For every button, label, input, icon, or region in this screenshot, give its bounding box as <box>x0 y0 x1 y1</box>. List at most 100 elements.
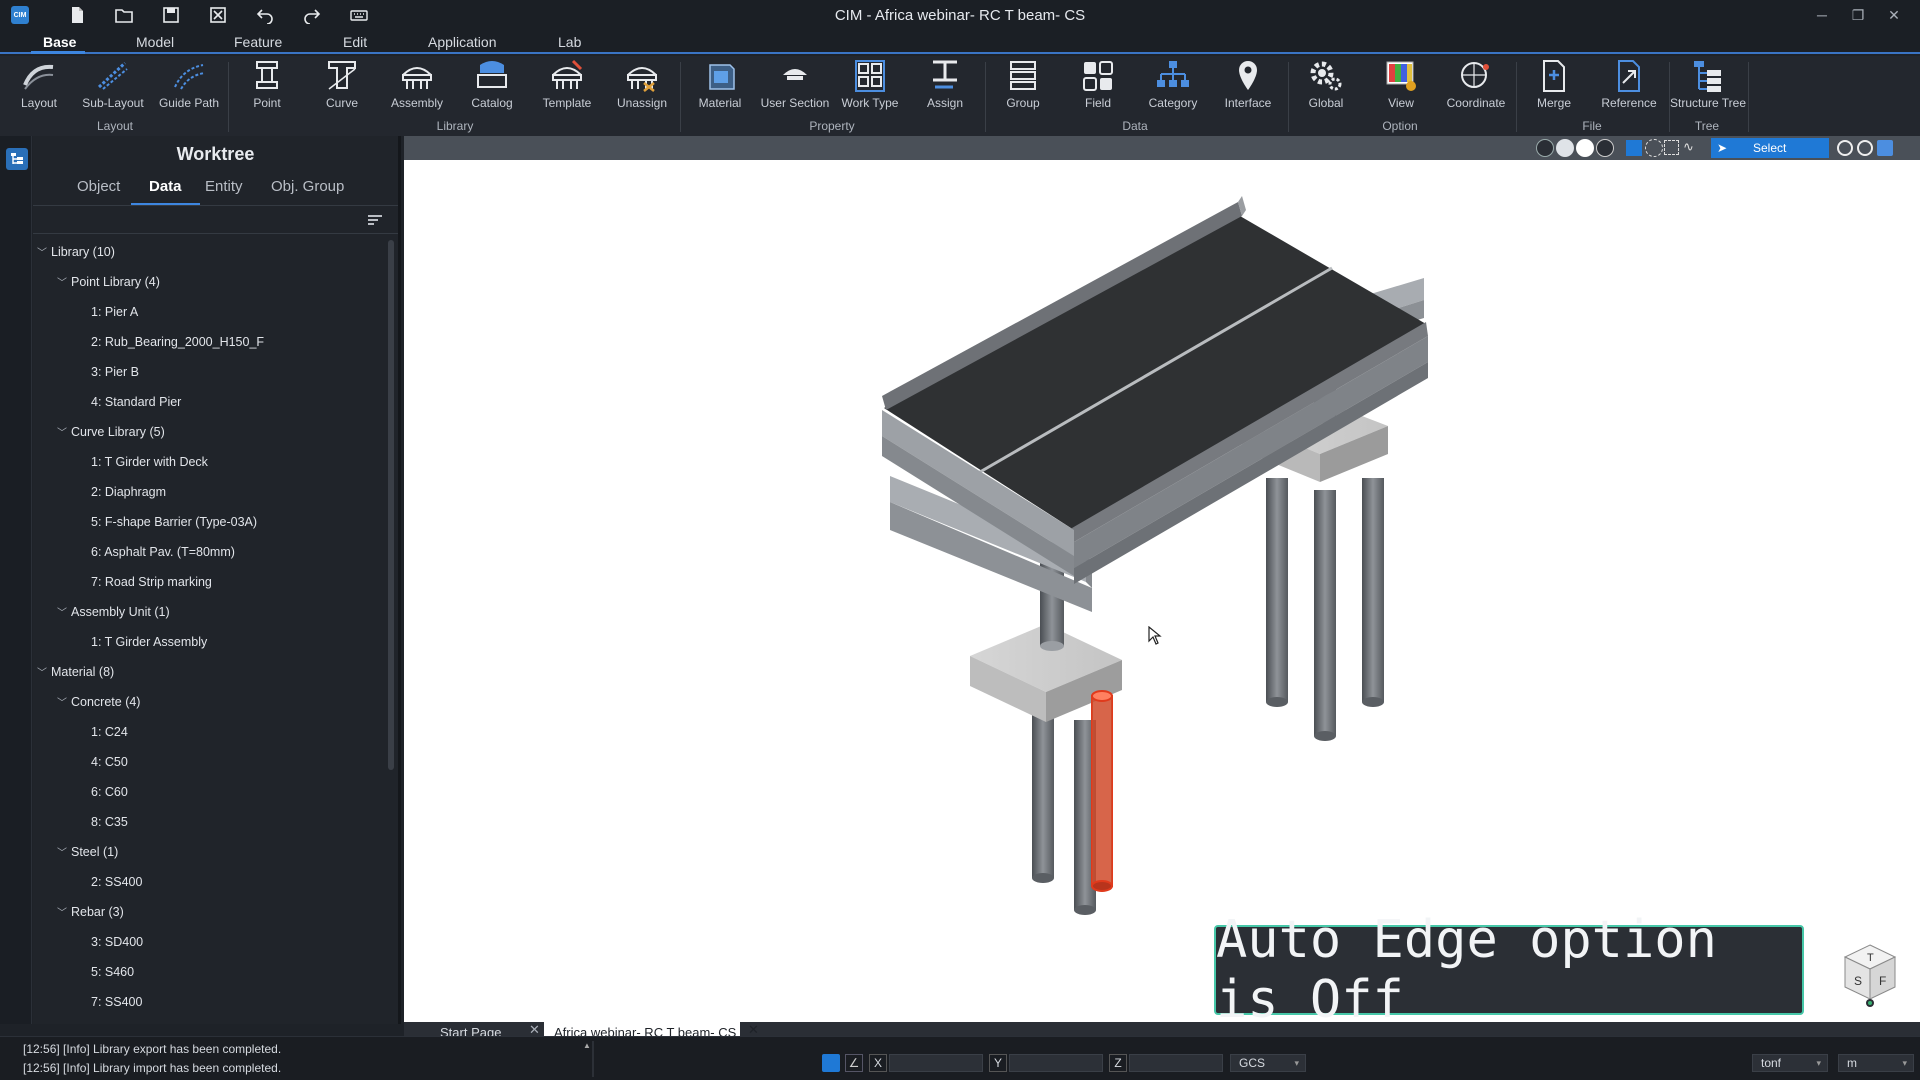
guide-path-button[interactable]: Guide Path <box>152 58 226 118</box>
worktree-tab-entity[interactable]: Entity <box>201 178 247 203</box>
worktree-tab-obj-group[interactable]: Obj. Group <box>267 178 348 203</box>
length-unit-select[interactable]: m ▾ <box>1838 1054 1914 1072</box>
tree-leaf-item[interactable]: 2: SS400 <box>77 870 142 894</box>
chevron-down-icon[interactable]: ﹀ <box>57 422 71 446</box>
chevron-down-icon[interactable]: ﹀ <box>57 692 71 716</box>
minimize-icon[interactable]: ─ <box>1812 5 1832 25</box>
tree-group-item[interactable]: ﹀ Curve Library (5) <box>57 420 165 444</box>
coord-y-field[interactable] <box>1009 1054 1103 1072</box>
menu-tab-lab[interactable]: Lab <box>546 32 593 54</box>
undo-icon[interactable] <box>251 2 279 28</box>
tree-leaf-item[interactable]: 4: C50 <box>77 750 128 774</box>
close-icon[interactable]: ✕ <box>1884 5 1904 25</box>
tree-leaf-item[interactable]: 4: Standard Pier <box>77 390 181 414</box>
restore-icon[interactable]: ❐ <box>1848 5 1868 25</box>
tree-leaf-item[interactable]: 7: SS400 <box>77 990 142 1014</box>
info-icon[interactable] <box>1857 140 1873 156</box>
open-folder-icon[interactable] <box>110 2 138 28</box>
tree-group-item[interactable]: ﹀ Point Library (4) <box>57 270 160 294</box>
tree-leaf-item[interactable]: 1: T Girder with Deck <box>77 450 208 474</box>
force-unit-select[interactable]: tonf ▾ <box>1752 1054 1828 1072</box>
sort-icon[interactable] <box>366 212 384 228</box>
angle-icon[interactable]: ∠ <box>845 1054 863 1072</box>
select-mode-button[interactable]: ➤ Select <box>1711 138 1829 158</box>
material-button[interactable]: Material <box>683 58 757 118</box>
tree-group-item[interactable]: ﹀ Rebar (3) <box>57 900 124 924</box>
log-scroll-up-icon[interactable]: ▲ <box>583 1041 591 1050</box>
tree-leaf-item[interactable]: 2: Rub_Bearing_2000_H150_F <box>77 330 264 354</box>
chevron-down-icon[interactable]: ﹀ <box>57 272 71 296</box>
tree-leaf-item[interactable]: 5: S460 <box>77 960 134 984</box>
coord-system-select[interactable]: GCS ▾ <box>1230 1054 1306 1072</box>
tree-group-item[interactable]: ﹀ Material (8) <box>37 660 114 684</box>
box-select-icon[interactable] <box>1626 140 1642 156</box>
worktree-tab-data[interactable]: Data <box>131 178 200 205</box>
global-button[interactable]: Global <box>1289 58 1363 118</box>
interface-button[interactable]: Interface <box>1211 58 1285 118</box>
tree-leaf-item[interactable]: 6: Asphalt Pav. (T=80mm) <box>77 540 235 564</box>
3d-viewport[interactable]: Auto Edge option is Off T S F <box>404 160 1920 1022</box>
redo-icon[interactable] <box>298 2 326 28</box>
clock-icon[interactable] <box>1837 140 1853 156</box>
layout-button[interactable]: Layout <box>2 58 76 118</box>
coord-x-field[interactable] <box>889 1054 983 1072</box>
assign-button[interactable]: Assign <box>908 58 982 118</box>
shaded-icon[interactable] <box>1576 139 1594 157</box>
chevron-down-icon[interactable]: ﹀ <box>37 662 51 686</box>
category-button[interactable]: Category <box>1136 58 1210 118</box>
merge-button[interactable]: Merge <box>1517 58 1591 118</box>
save-icon[interactable] <box>157 2 185 28</box>
keyboard-icon[interactable] <box>345 2 373 28</box>
tree-scrollbar[interactable] <box>388 240 394 770</box>
shaded-edge-icon[interactable] <box>1556 139 1574 157</box>
reference-button[interactable]: Reference <box>1592 58 1666 118</box>
lasso-select-icon[interactable] <box>1645 139 1663 157</box>
tree-leaf-item[interactable]: 1: T Girder Assembly <box>77 630 207 654</box>
curve-button[interactable]: Curve <box>305 58 379 118</box>
chevron-down-icon[interactable]: ﹀ <box>57 842 71 866</box>
tree-leaf-item[interactable]: 1: C24 <box>77 720 128 744</box>
tree-group-item[interactable]: ﹀ Library (10) <box>37 240 115 264</box>
user-section-button[interactable]: User Section <box>758 58 832 118</box>
structure-tree-button[interactable]: Structure Tree <box>1670 58 1746 118</box>
worktree-icon[interactable] <box>6 148 28 170</box>
coordinate-button[interactable]: Coordinate <box>1439 58 1513 118</box>
catalog-button[interactable]: Catalog <box>455 58 529 118</box>
close-file-icon[interactable] <box>204 2 232 28</box>
tree-leaf-item[interactable]: 5: F-shape Barrier (Type-03A) <box>77 510 257 534</box>
tree-leaf-item[interactable]: 3: Pier B <box>77 360 139 384</box>
tree-group-item[interactable]: ﹀ Concrete (4) <box>57 690 140 714</box>
sub-layout-button[interactable]: Sub-Layout <box>76 58 150 118</box>
menu-tab-model[interactable]: Model <box>124 32 186 54</box>
tree-leaf-item[interactable]: 7: Road Strip marking <box>77 570 212 594</box>
new-file-icon[interactable] <box>63 2 91 28</box>
point-button[interactable]: Point <box>230 58 304 118</box>
navigation-cube[interactable]: T S F <box>1839 941 1901 1011</box>
assembly-button[interactable]: Assembly <box>380 58 454 118</box>
polygon-select-icon[interactable] <box>1664 140 1679 155</box>
chevron-down-icon[interactable]: ﹀ <box>37 242 51 266</box>
chevron-down-icon[interactable]: ﹀ <box>57 602 71 626</box>
menu-tab-base[interactable]: Base <box>31 32 85 54</box>
template-button[interactable]: Template <box>530 58 604 118</box>
tree-leaf-item[interactable]: 2: Diaphragm <box>77 480 166 504</box>
unassign-button[interactable]: Unassign <box>605 58 679 118</box>
wireframe-icon[interactable] <box>1596 139 1614 157</box>
tree-leaf-item[interactable]: 1: Pier A <box>77 300 138 324</box>
worktree-tab-object[interactable]: Object <box>73 178 124 203</box>
tree-group-item[interactable]: ﹀ Assembly Unit (1) <box>57 600 170 624</box>
menu-tab-edit[interactable]: Edit <box>331 32 379 54</box>
freehand-select-icon[interactable]: ∿ <box>1683 139 1701 157</box>
bridge-model[interactable] <box>404 160 1920 1022</box>
tree-leaf-item[interactable]: 8: C35 <box>77 810 128 834</box>
menu-tab-feature[interactable]: Feature <box>222 32 294 54</box>
chevron-down-icon[interactable]: ﹀ <box>57 902 71 926</box>
view-button[interactable]: View <box>1364 58 1438 118</box>
settings-cube-icon[interactable] <box>1877 140 1893 156</box>
tree-leaf-item[interactable]: 6: C60 <box>77 780 128 804</box>
work-type-button[interactable]: Work Type <box>833 58 907 118</box>
app-logo[interactable]: CIM <box>11 6 29 24</box>
menu-tab-application[interactable]: Application <box>416 32 509 54</box>
group-button[interactable]: Group <box>986 58 1060 118</box>
snap-icon[interactable] <box>822 1054 840 1072</box>
